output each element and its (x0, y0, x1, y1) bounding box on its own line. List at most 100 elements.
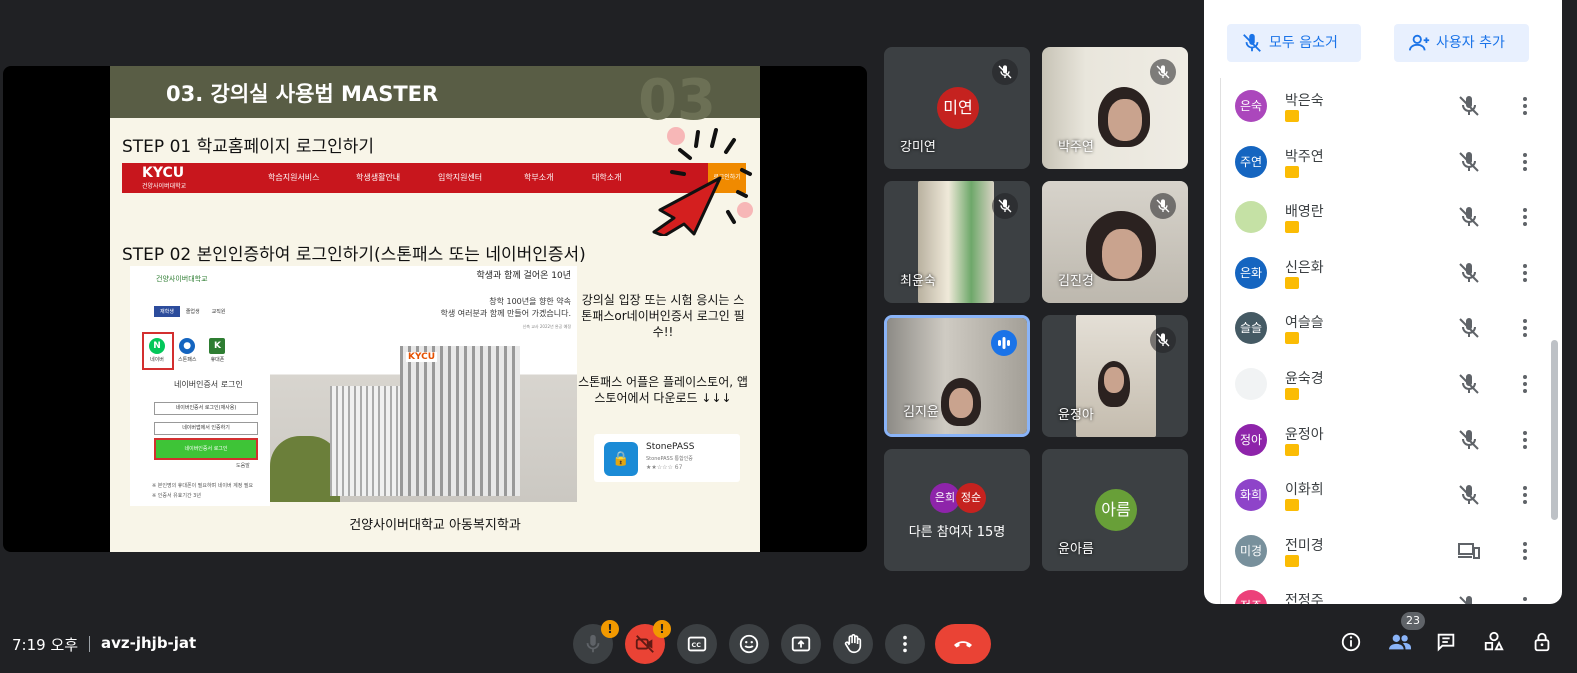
avatar: 화희 (1235, 479, 1267, 512)
participant-name: 윤정아 (1285, 426, 1324, 443)
divider (89, 636, 90, 652)
more-vert-icon[interactable] (1513, 594, 1537, 604)
video-badge-icon (1285, 554, 1299, 567)
site-menu-item: 학부소개 (524, 173, 554, 182)
avatar: 아름 (1095, 489, 1137, 531)
avatar: 은숙 (1235, 90, 1267, 122)
site-menu-item: 학습지원서비스 (268, 173, 320, 182)
login-panel-subtitle: 네이버인증서 로그인 (174, 380, 243, 389)
participant-name: 최윤숙 (900, 274, 936, 289)
participant-tile[interactable]: 아름 윤아름 (1042, 449, 1188, 571)
participant-name: 이화희 (1285, 482, 1324, 499)
camera-button[interactable]: ! (625, 620, 671, 664)
mic-off-icon[interactable] (1457, 483, 1481, 511)
more-vert-icon[interactable] (1513, 205, 1537, 233)
participant-name: 윤정아 (1058, 408, 1094, 423)
mic-off-icon[interactable] (1457, 150, 1481, 178)
participant-tile[interactable]: 윤정아 (1042, 315, 1188, 437)
participant-row[interactable]: 화희 이화희 (1221, 467, 1550, 523)
leave-call-button[interactable] (935, 624, 991, 664)
host-controls-lock-icon[interactable] (1531, 631, 1553, 653)
current-time: 7:19 오후 (12, 636, 79, 654)
mic-off-icon[interactable] (1457, 372, 1481, 400)
participant-tile[interactable]: 김진경 (1042, 181, 1188, 303)
participant-tile-speaking[interactable]: 김지윤 (884, 315, 1030, 437)
participant-row[interactable]: 윤숙경 (1221, 356, 1550, 412)
participant-name: 전미경 (1285, 537, 1324, 554)
activities-icon[interactable] (1483, 631, 1505, 653)
lock-icon: ● (179, 338, 196, 354)
people-icon[interactable] (1387, 631, 1413, 653)
ad-fine: 신축 교사 2022년 완공 예정 (522, 324, 571, 329)
building: KYCU (400, 346, 520, 496)
present-screen-icon (791, 636, 811, 652)
mic-off-icon (992, 59, 1018, 85)
more-vert-icon[interactable] (1513, 316, 1537, 344)
avatar: 미연 (937, 87, 979, 129)
ad-headline: 학생과 함께 걸어온 10년 (476, 271, 571, 281)
more-vert-icon[interactable] (1513, 483, 1537, 511)
participant-name: 박은숙 (1285, 93, 1324, 109)
warning-icon: ! (653, 620, 671, 638)
more-vert-icon[interactable] (1513, 372, 1537, 400)
emoji-icon (739, 634, 759, 654)
speaking-indicator-icon (991, 330, 1017, 356)
emoji-button[interactable] (729, 624, 769, 664)
other-participants-tile[interactable]: 은희 정순 다른 참여자 15명 (884, 449, 1030, 571)
captions-button[interactable]: CC (677, 624, 717, 664)
mic-off-icon (1243, 33, 1261, 52)
participant-row[interactable]: 슬슬 여슬슬 (1221, 300, 1550, 356)
building (330, 386, 410, 496)
participant-row[interactable]: 미경 전미경 (1221, 523, 1550, 579)
participant-list: 은숙 박은숙주연 박주연배영란은화 신은화슬슬 여슬슬윤숙경 정아 윤정아화희 이화희미경 전미… (1220, 78, 1550, 604)
participant-row[interactable]: 정주 전정주 (1221, 578, 1550, 604)
more-vert-icon[interactable] (1513, 539, 1537, 567)
login-panel-mock: 건양사이버대학교 재학생 졸업생 교직원 N 네이버 ● 스톤패스 K 휴대폰 네이버인증… (130, 266, 270, 506)
more-options-button[interactable] (885, 624, 925, 664)
participant-name: 강미연 (900, 140, 936, 155)
participant-name: 여슬슬 (1285, 315, 1324, 332)
participant-name: 전정주 (1285, 593, 1324, 604)
panel-scrollbar[interactable] (1551, 340, 1558, 520)
avatar (1235, 367, 1267, 400)
login-panel-button-highlight: 네이버인증서 로그인 (154, 438, 258, 460)
raise-hand-button[interactable] (833, 624, 873, 664)
captions-icon: CC (687, 636, 707, 652)
participant-row[interactable]: 은숙 박은숙 (1221, 78, 1550, 134)
mic-off-icon[interactable] (1457, 205, 1481, 233)
avatar: 슬슬 (1235, 312, 1267, 345)
add-user-button[interactable]: 사용자 추가 (1394, 24, 1529, 62)
slide-header-number: 03 (638, 68, 716, 133)
participant-row[interactable]: 정아 윤정아 (1221, 412, 1550, 468)
present-button[interactable] (781, 624, 821, 664)
more-vert-icon[interactable] (1513, 261, 1537, 289)
participant-name: 김지윤 (903, 405, 939, 420)
participant-tile[interactable]: 미연 강미연 (884, 47, 1030, 169)
mic-button[interactable]: ! (573, 620, 619, 664)
login-panel-logo: 건양사이버대학교 (156, 275, 208, 283)
participant-tile[interactable]: 박주연 (1042, 47, 1188, 169)
site-menu-item: 학생생활안내 (356, 173, 401, 182)
stonepass-app-card: 🔒 StonePASS StonePASS 통합인증 ★★☆☆☆ 67 (594, 434, 740, 482)
mic-off-icon[interactable] (1457, 94, 1481, 122)
mic-off-icon[interactable] (1457, 261, 1481, 289)
ad-body: 창학 100년을 향한 약속 학생 여러분과 함께 만들어 가겠습니다. (440, 297, 571, 318)
participant-name: 배영란 (1285, 204, 1324, 221)
devices-icon[interactable] (1457, 539, 1481, 567)
hang-up-icon (954, 641, 972, 648)
participant-row[interactable]: 배영란 (1221, 189, 1550, 245)
mute-all-button[interactable]: 모두 음소거 (1227, 24, 1361, 62)
mic-off-icon[interactable] (1457, 316, 1481, 344)
mic-off-icon[interactable] (1457, 594, 1481, 604)
chat-icon[interactable] (1435, 631, 1457, 653)
slide-step1: STEP 01 학교홈페이지 로그인하기 (122, 137, 375, 157)
more-vert-icon[interactable] (1513, 428, 1537, 456)
mic-off-icon[interactable] (1457, 428, 1481, 456)
more-vert-icon[interactable] (1513, 94, 1537, 122)
login-panel-fine: ※ 본인명의 휴대폰이 필요하며 네이버 계정 필요 (152, 483, 254, 489)
more-vert-icon[interactable] (1513, 150, 1537, 178)
participant-tile[interactable]: 최윤숙 (884, 181, 1030, 303)
participant-row[interactable]: 은화 신은화 (1221, 245, 1550, 301)
info-icon[interactable] (1340, 631, 1362, 653)
participant-row[interactable]: 주연 박주연 (1221, 134, 1550, 190)
